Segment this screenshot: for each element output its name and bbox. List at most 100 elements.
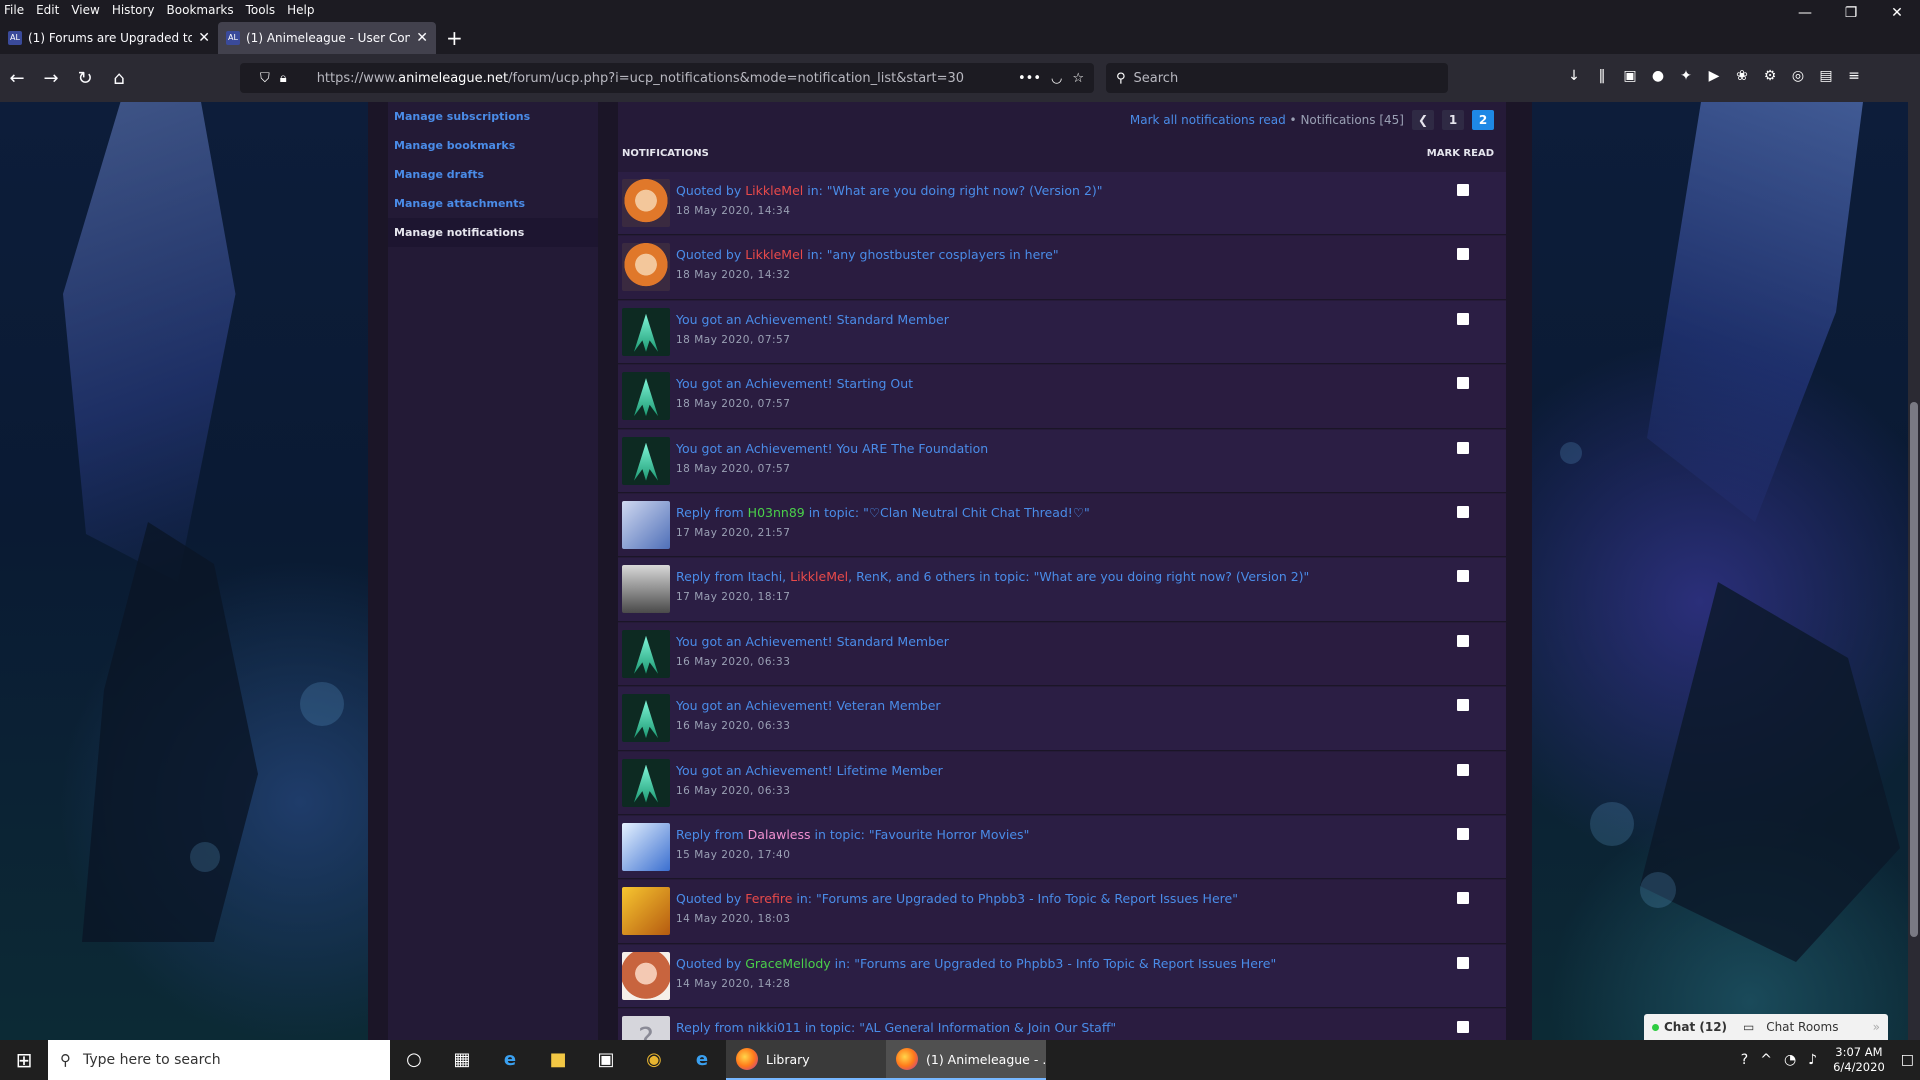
page-2-button[interactable]: 2 [1472,110,1494,130]
edge-icon[interactable]: e [486,1040,534,1080]
bookmark-star-icon[interactable]: ☆ [1072,71,1084,86]
username-link[interactable]: H03nn89 [748,505,805,520]
prev-page-button[interactable]: ❮ [1412,110,1434,130]
lock-icon[interactable]: 🔒︎ [280,71,287,86]
notification-link[interactable]: You got an Achievement! Lifetime Member [676,763,943,778]
sidebar-item-manage-attachments[interactable]: Manage attachments [388,189,598,218]
internet-explorer-icon[interactable]: e [678,1040,726,1080]
page-1-button[interactable]: 1 [1442,110,1464,130]
youtube-icon[interactable]: ▶ [1700,68,1728,88]
mark-read-checkbox[interactable] [1457,505,1469,518]
help-icon[interactable]: ? [1735,1052,1754,1068]
menu-bookmarks[interactable]: Bookmarks [167,3,234,17]
store-icon[interactable]: ▣ [582,1040,630,1080]
avatar[interactable] [622,694,670,743]
notification-row[interactable]: You got an Achievement! You ARE The Foun… [618,429,1506,493]
notification-row[interactable]: Reply from Dalawless in topic: "Favourit… [618,815,1506,880]
system-clock[interactable]: 3:07 AM 6/4/2020 [1823,1045,1895,1075]
username-link[interactable]: GraceMellody [745,956,830,971]
taskbar-app-animeleague[interactable]: (1) Animeleague - ... [886,1040,1046,1080]
notification-row[interactable]: Quoted by LikkleMel in: "any ghostbuster… [618,236,1506,300]
notification-link[interactable]: Quoted by LikkleMel in: "any ghostbuster… [676,247,1059,262]
downloads-icon[interactable]: ↓ [1560,68,1588,88]
sidebar-item-manage-drafts[interactable]: Manage drafts [388,160,598,189]
chat-rooms-button[interactable]: ▭ Chat Rooms [1735,1020,1854,1034]
extension-icon[interactable]: ❀ [1728,68,1756,88]
mark-read-checkbox[interactable] [1457,1021,1469,1034]
mark-read-checkbox[interactable] [1457,312,1469,325]
notification-row[interactable]: Quoted by LikkleMel in: "What are you do… [618,172,1506,236]
mark-read-checkbox[interactable] [1457,634,1469,647]
back-button[interactable]: ← [0,68,34,89]
mark-read-checkbox[interactable] [1457,827,1469,840]
notification-row[interactable]: You got an Achievement! Standard Member 1… [618,300,1506,365]
cortana-icon[interactable]: ○ [390,1040,438,1080]
start-button[interactable]: ⊞ [0,1040,48,1080]
url-text[interactable]: https://www.animeleague.net/forum/ucp.ph… [317,71,1008,86]
avatar[interactable] [622,951,670,1000]
avatar[interactable] [622,887,670,936]
mark-read-checkbox[interactable] [1457,763,1469,776]
avatar[interactable] [622,372,670,421]
avatar[interactable] [622,307,670,356]
sidebar-item-manage-subscriptions[interactable]: Manage subscriptions [388,102,598,131]
forward-button[interactable]: → [34,68,68,89]
avatar[interactable] [622,629,670,678]
username-link[interactable]: Ferefire [745,891,792,906]
new-tab-button[interactable]: + [436,22,473,54]
volume-icon[interactable]: ♪ [1802,1052,1823,1068]
home-button[interactable]: ⌂ [102,68,136,89]
mark-read-checkbox[interactable] [1457,892,1469,905]
show-hidden-icons[interactable]: ^ [1754,1052,1778,1068]
task-view-icon[interactable]: ▦ [438,1040,486,1080]
scrollbar-thumb[interactable] [1910,402,1918,937]
search-bar[interactable]: ⚲ Search [1106,63,1448,93]
shield-icon[interactable]: ⛉ [260,71,270,86]
pocket-icon[interactable]: ◡ [1051,71,1062,86]
notification-link[interactable]: You got an Achievement! Starting Out [676,376,913,391]
notification-link[interactable]: Quoted by LikkleMel in: "What are you do… [676,183,1103,198]
menu-view[interactable]: View [71,3,99,17]
mark-read-checkbox[interactable] [1457,570,1469,583]
username-link[interactable]: LikkleMel [745,183,803,198]
avatar[interactable]: ? [622,1016,670,1040]
menu-history[interactable]: History [112,3,155,17]
taskbar-search-box[interactable]: ⚲ Type here to search [48,1040,390,1080]
notification-link[interactable]: Reply from nikki011 in topic: "AL Genera… [676,1020,1116,1035]
tab-forums-upgraded[interactable]: AL (1) Forums are Upgraded to Ph ✕ [0,22,218,54]
taskbar-app-library[interactable]: Library [726,1040,886,1080]
notification-link[interactable]: Quoted by GraceMellody in: "Forums are U… [676,956,1276,971]
extension-icon[interactable]: ▤ [1812,68,1840,88]
mark-read-checkbox[interactable] [1457,441,1469,454]
hamburger-menu-icon[interactable]: ≡ [1840,68,1868,88]
mark-all-read-link[interactable]: Mark all notifications read [1130,113,1286,127]
notification-link[interactable]: You got an Achievement! Standard Member [676,634,949,649]
extension-icon[interactable]: ✦ [1672,68,1700,88]
extension-icon[interactable]: ⚙ [1756,68,1784,88]
menu-edit[interactable]: Edit [36,3,59,17]
file-explorer-icon[interactable]: ■ [534,1040,582,1080]
notification-link[interactable]: Reply from Dalawless in topic: "Favourit… [676,827,1029,842]
extension-icon[interactable]: ● [1644,68,1672,88]
notification-row[interactable]: You got an Achievement! Veteran Member 16… [618,687,1506,751]
sidebar-item-manage-notifications[interactable]: Manage notifications [388,218,598,247]
chrome-icon[interactable]: ◉ [630,1040,678,1080]
page-scrollbar[interactable] [1908,102,1920,1040]
sidebar-item-manage-bookmarks[interactable]: Manage bookmarks [388,131,598,160]
notification-row[interactable]: Reply from H03nn89 in topic: "♡Clan Neut… [618,493,1506,558]
notification-link[interactable]: Quoted by Ferefire in: "Forums are Upgra… [676,891,1238,906]
library-icon[interactable]: ‖ [1588,68,1616,88]
mark-read-checkbox[interactable] [1457,184,1469,196]
chat-button[interactable]: Chat (12) [1644,1020,1735,1034]
notification-row[interactable]: Reply from Itachi, LikkleMel, RenK, and … [618,558,1506,622]
avatar[interactable] [622,243,670,292]
avatar[interactable] [622,565,670,614]
menu-tools[interactable]: Tools [246,3,276,17]
sidebar-icon[interactable]: ▣ [1616,68,1644,88]
notification-center-icon[interactable]: □ [1895,1052,1920,1068]
notification-row[interactable]: You got an Achievement! Standard Member 1… [618,622,1506,687]
tab-user-control-panel[interactable]: AL (1) Animeleague - User Contro ✕ [218,22,436,54]
avatar[interactable] [622,822,670,871]
avatar[interactable] [622,500,670,549]
notification-link[interactable]: You got an Achievement! Veteran Member [676,698,941,713]
